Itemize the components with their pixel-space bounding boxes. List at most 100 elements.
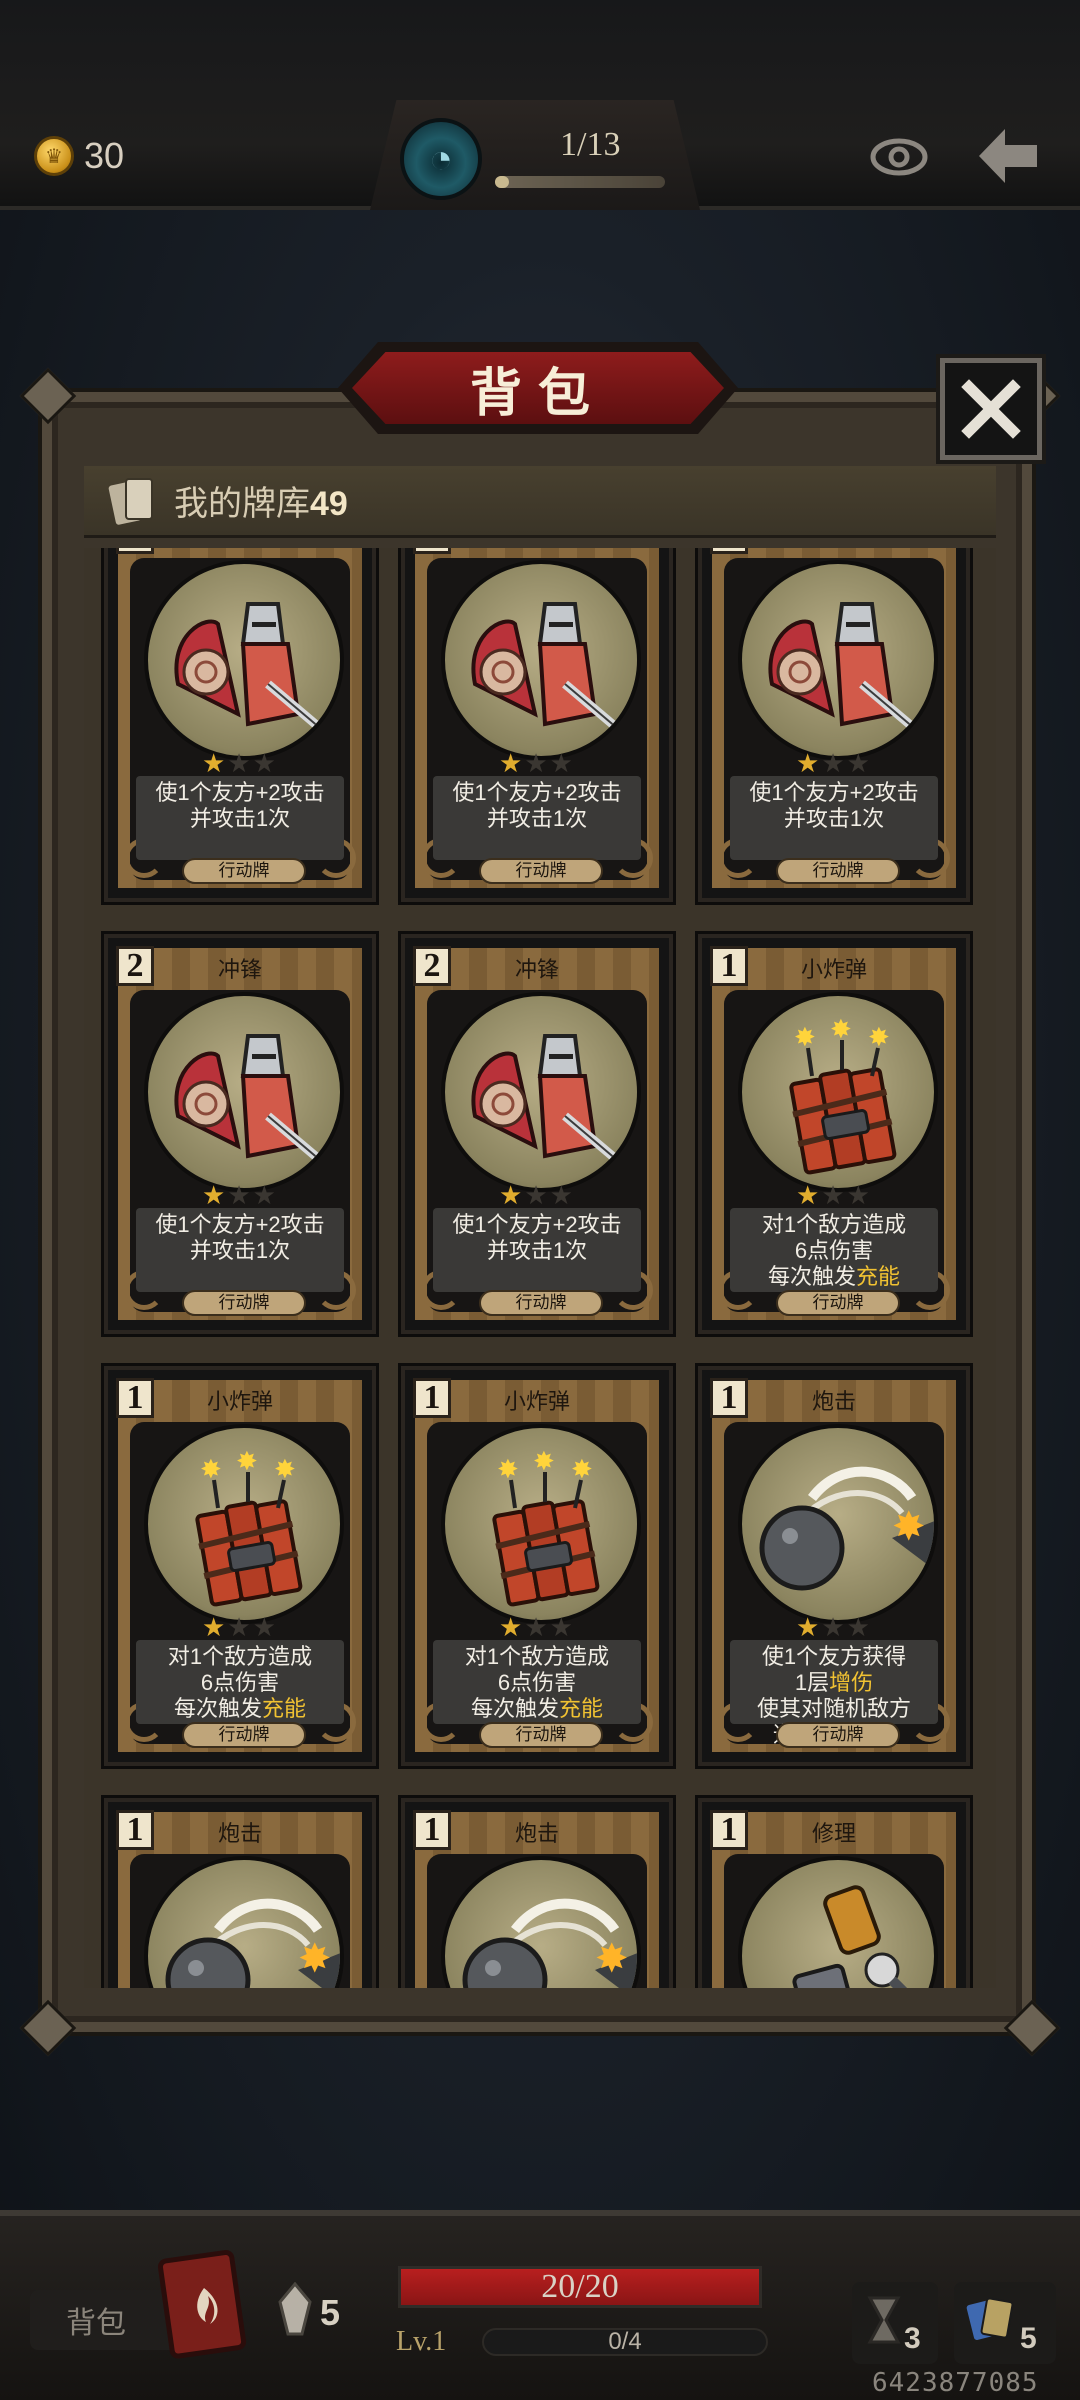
card-type-label: 行动牌 bbox=[479, 1290, 603, 1316]
card-cannon[interactable]: 1炮击 ✸ ★★★ bbox=[401, 1798, 673, 1988]
card-art-dynamite: ✸ ✸ ✸ bbox=[144, 1424, 344, 1624]
svg-text:✸: ✸ bbox=[274, 1454, 296, 1484]
card-type-label: 行动牌 bbox=[182, 1722, 306, 1748]
card-description: 使1个友方+2攻击 并攻击1次 bbox=[452, 780, 622, 831]
card-art-dynamite: ✸ ✸ ✸ bbox=[441, 1424, 641, 1624]
hp-value: 20/20 bbox=[541, 2268, 619, 2305]
star-icon: ★ bbox=[202, 748, 228, 778]
card-cost: 2 bbox=[710, 548, 748, 554]
card-description: 使1个友方+2攻击 并攻击1次 bbox=[749, 780, 919, 831]
card-cannon[interactable]: 1炮击 ✸ ★★★使1个友方获得 1层增伤 使其对随机敌方 造成3点伤害行动牌 bbox=[698, 1366, 970, 1766]
backpack-book-icon[interactable] bbox=[158, 2248, 250, 2360]
card-art-knight bbox=[441, 560, 641, 760]
coin-icon: ♛ bbox=[34, 136, 74, 176]
star-icon: ★ bbox=[821, 1612, 847, 1642]
stage-progress-fill bbox=[495, 176, 509, 188]
card-star-rating: ★★★ bbox=[702, 1612, 966, 1643]
card-art-cannon: ✸ bbox=[738, 1424, 938, 1624]
card-type-label: 行动牌 bbox=[182, 858, 306, 884]
card-cannon[interactable]: 1炮击 ✸ ★★★ bbox=[104, 1798, 376, 1988]
card-knight[interactable]: 2 ★★★使1个友方+2攻击 并攻击1次行动牌 bbox=[104, 548, 376, 902]
card-dynamite[interactable]: 1小炸弹 ✸ ✸ ✸ ★★★对1个敌方造成 6点伤害 每次触发充能 伤害+1行动… bbox=[104, 1366, 376, 1766]
close-button[interactable] bbox=[940, 358, 1042, 460]
svg-text:✸: ✸ bbox=[571, 1454, 593, 1484]
gold-amount: 30 bbox=[84, 135, 125, 176]
star-icon: ★ bbox=[796, 1180, 822, 1210]
card-art-knight bbox=[144, 560, 344, 760]
card-name: 小炸弹 bbox=[503, 1389, 570, 1414]
card-type-label: 行动牌 bbox=[479, 1722, 603, 1748]
svg-text:✸: ✸ bbox=[830, 1014, 852, 1044]
card-knight[interactable]: 2 冲锋 ★★★ 使1个友方+2攻击 并攻击1次 行动牌 bbox=[401, 934, 673, 1334]
star-icon: ★ bbox=[796, 748, 822, 778]
card-name: 炮击 bbox=[514, 1821, 559, 1846]
card-type-label: 行动牌 bbox=[776, 1290, 900, 1316]
deck-header: 我的牌库49 bbox=[84, 466, 996, 538]
card-dynamite[interactable]: 1小炸弹 ✸ ✸ ✸ ★★★对1个敌方造成 6点伤害 每次触发充能 伤害+1行动… bbox=[698, 934, 970, 1334]
star-icon: ★ bbox=[524, 1612, 550, 1642]
bag-label: 背包 bbox=[66, 2307, 126, 2340]
player-level: Lv.1 bbox=[396, 2326, 447, 2357]
card-knight[interactable]: 2 冲锋 ★★★ 使1个友方+2攻击 并攻击1次 行动牌 bbox=[104, 934, 376, 1334]
draw-pile-icon bbox=[966, 2297, 1014, 2340]
star-icon: ★ bbox=[846, 1612, 872, 1642]
card-star-rating: ★★★ bbox=[405, 748, 669, 779]
star-icon: ★ bbox=[499, 1612, 525, 1642]
card-knight[interactable]: 2 ★★★使1个友方+2攻击 并攻击1次行动牌 bbox=[401, 548, 673, 902]
card-star-rating: ★★★ bbox=[702, 748, 966, 779]
deck-count: 49 bbox=[310, 485, 348, 523]
star-icon: ★ bbox=[524, 748, 550, 778]
hourglass-icon bbox=[867, 2296, 901, 2344]
card-art-dynamite: ✸ ✸ ✸ bbox=[738, 992, 938, 1192]
card-star-rating: ★★★ bbox=[405, 1612, 669, 1643]
star-icon: ★ bbox=[499, 1180, 525, 1210]
top-bar: ♛ 30 ◔ 1/13 bbox=[0, 0, 1080, 210]
card-dynamite[interactable]: 1小炸弹 ✸ ✸ ✸ ★★★对1个敌方造成 6点伤害 每次触发充能 伤害+1行动… bbox=[401, 1366, 673, 1766]
card-art-knight bbox=[738, 560, 938, 760]
svg-text:✸: ✸ bbox=[595, 1937, 629, 1981]
card-repair[interactable]: 1修理 ★★★ bbox=[698, 1798, 970, 1988]
card-art-knight bbox=[144, 992, 344, 1192]
star-icon: ★ bbox=[227, 1612, 253, 1642]
timer-count: 3 bbox=[904, 2322, 921, 2355]
stage-progress-bar bbox=[495, 176, 665, 188]
svg-text:✸: ✸ bbox=[794, 1022, 816, 1052]
xp-bar: 0/4 bbox=[482, 2328, 768, 2356]
card-grid[interactable]: 2 ★★★使1个友方+2攻击 并攻击1次行动牌2 ★★★使1个友方+2攻击 并攻… bbox=[84, 548, 996, 1988]
eye-icon[interactable] bbox=[870, 128, 928, 186]
star-icon: ★ bbox=[549, 748, 575, 778]
svg-text:✸: ✸ bbox=[868, 1022, 890, 1052]
card-type-label: 行动牌 bbox=[776, 858, 900, 884]
card-cost: 2 bbox=[116, 548, 154, 554]
card-star-rating: ★★★ bbox=[108, 1180, 372, 1211]
star-icon: ★ bbox=[821, 748, 847, 778]
title-banner-inner: 背包 bbox=[352, 352, 724, 424]
deck-label: 我的牌库49 bbox=[174, 485, 348, 523]
card-star-rating: ★★★ bbox=[108, 748, 372, 779]
crystal-count: 5 bbox=[320, 2292, 341, 2333]
gold-counter: ♛ 30 bbox=[34, 135, 124, 177]
star-icon: ★ bbox=[846, 1180, 872, 1210]
turn-timer-button[interactable]: 3 bbox=[852, 2282, 938, 2364]
card-cost: 2 bbox=[413, 548, 451, 554]
card-type-label: 行动牌 bbox=[776, 1722, 900, 1748]
draw-pile-button[interactable]: 5 bbox=[954, 2282, 1056, 2364]
card-type-label: 行动牌 bbox=[479, 858, 603, 884]
svg-text:✸: ✸ bbox=[236, 1446, 258, 1476]
card-description: 使1个友方+2攻击 并攻击1次 bbox=[155, 780, 325, 831]
star-icon: ★ bbox=[821, 1180, 847, 1210]
portal-icon[interactable]: ◔ bbox=[400, 118, 482, 200]
star-icon: ★ bbox=[524, 1180, 550, 1210]
star-icon: ★ bbox=[252, 1180, 278, 1210]
card-name: 小炸弹 bbox=[206, 1389, 273, 1414]
svg-text:✸: ✸ bbox=[892, 1505, 926, 1549]
back-arrow-icon[interactable] bbox=[975, 125, 1041, 187]
card-knight[interactable]: 2 ★★★使1个友方+2攻击 并攻击1次行动牌 bbox=[698, 548, 970, 902]
card-description: 使1个友方+2攻击 并攻击1次 bbox=[452, 1212, 622, 1263]
card-star-rating: ★★★ bbox=[405, 1180, 669, 1211]
xp-value: 0/4 bbox=[608, 2328, 642, 2355]
card-name: 冲锋 bbox=[217, 957, 262, 982]
svg-text:✸: ✸ bbox=[533, 1446, 555, 1476]
star-icon: ★ bbox=[549, 1180, 575, 1210]
card-star-rating: ★★★ bbox=[108, 1612, 372, 1643]
